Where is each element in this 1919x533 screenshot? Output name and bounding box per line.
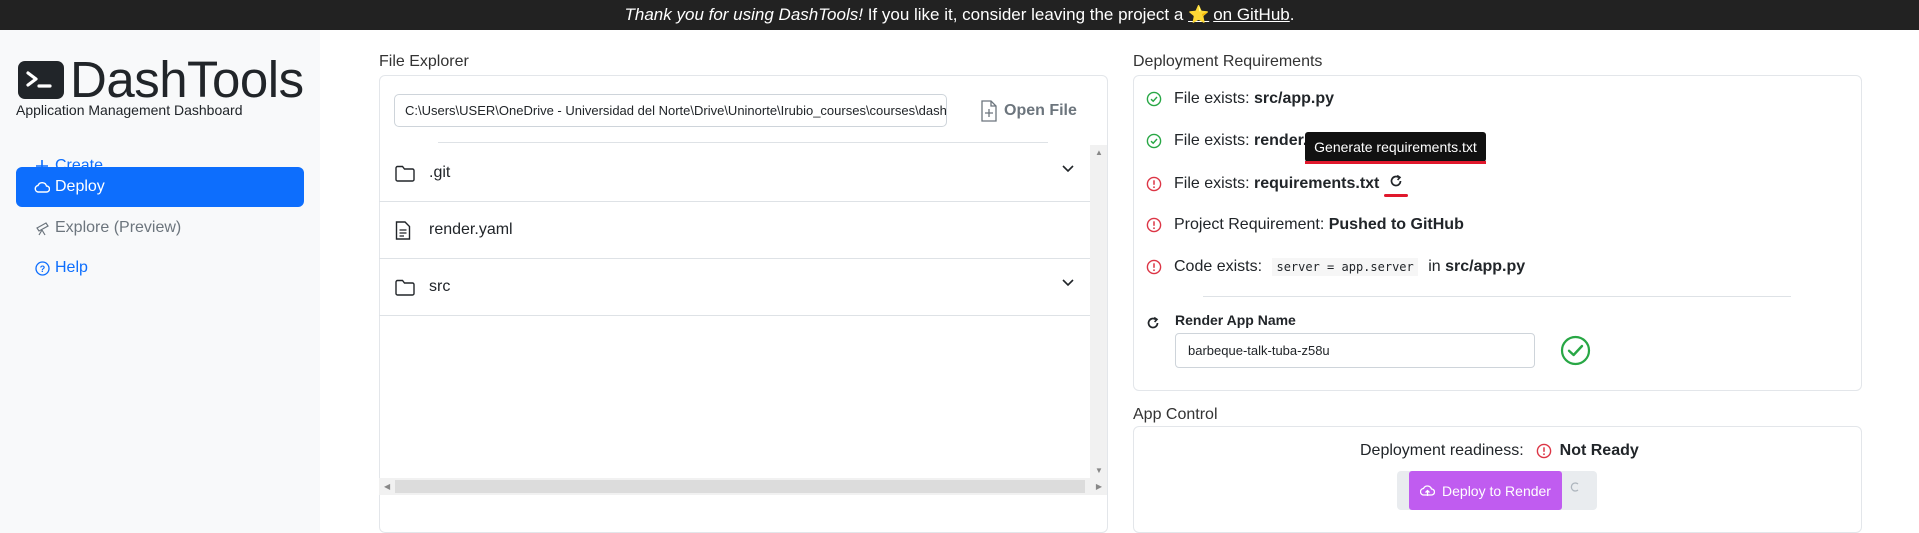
deployment-readiness: Deployment readiness: Not Ready: [1360, 442, 1639, 460]
readiness-label: Deployment readiness:: [1360, 442, 1524, 459]
exclamation-circle-icon: [1536, 443, 1552, 459]
scroll-up-icon[interactable]: ▲: [1095, 148, 1103, 157]
requirement-row: File exists: src/app.py: [1146, 90, 1334, 108]
github-link-label: on GitHub: [1213, 5, 1290, 24]
check-circle-icon: [1146, 91, 1162, 107]
open-file-label: Open File: [1004, 101, 1077, 119]
requirement-value: requirements.txt: [1254, 174, 1380, 192]
question-circle-icon: ?: [33, 260, 51, 276]
banner-end: .: [1289, 5, 1295, 24]
readiness-value: Not Ready: [1559, 442, 1639, 459]
app-control-title: App Control: [1133, 406, 1218, 423]
requirement-label: File exists:: [1174, 132, 1255, 149]
highlight-underline: [1384, 194, 1409, 197]
sidebar-item-deploy[interactable]: Deploy: [16, 167, 304, 207]
app-subtitle: Application Management Dashboard: [16, 102, 243, 118]
horizontal-scrollbar[interactable]: ◀ ▶: [379, 478, 1107, 495]
tooltip: Generate requirements.txt: [1305, 132, 1486, 162]
banner-thanks: Thank you for using DashTools!: [624, 5, 863, 24]
scroll-down-icon[interactable]: ▼: [1095, 466, 1103, 475]
folder-icon: [395, 165, 415, 182]
app-name: DashTools: [70, 51, 304, 108]
tree-item-git[interactable]: .git: [379, 145, 1090, 202]
requirement-value: src/app.py: [1445, 258, 1526, 275]
refresh-icon: [1389, 174, 1403, 193]
sidebar: DashTools Application Management Dashboa…: [0, 30, 320, 533]
app-name-label: Render App Name: [1175, 312, 1296, 328]
requirement-label: File exists:: [1174, 90, 1255, 107]
file-text-icon: [395, 220, 415, 240]
cloud-icon: [33, 181, 51, 193]
check-circle-icon: [1560, 335, 1591, 366]
requirement-row: Code exists: server = app.server in src/…: [1146, 258, 1525, 276]
file-plus-icon: [980, 99, 998, 122]
tooltip-underline: [1305, 161, 1486, 164]
tree-item-label: render.yaml: [429, 221, 513, 238]
code-snippet: server = app.server: [1272, 258, 1418, 276]
star-icon: ⭐: [1188, 5, 1210, 24]
folder-icon: [395, 279, 415, 296]
requirement-middle: in: [1423, 258, 1446, 275]
cloud-upload-icon: [1420, 484, 1436, 497]
app-name-input[interactable]: barbeque-talk-tuba-z58u: [1175, 333, 1535, 368]
refresh-app-name-button[interactable]: [1146, 316, 1160, 335]
requirement-row: Project Requirement: Pushed to GitHub: [1146, 216, 1464, 234]
scroll-right-icon[interactable]: ▶: [1096, 482, 1102, 491]
scroll-left-icon[interactable]: ◀: [384, 482, 390, 491]
refresh-icon: [1146, 316, 1160, 335]
requirement-label: Code exists:: [1174, 258, 1267, 275]
sidebar-item-label: Deploy: [55, 178, 105, 195]
top-banner: Thank you for using DashTools! If you li…: [0, 0, 1919, 30]
requirement-label: File exists:: [1174, 174, 1255, 192]
app-logo: DashTools: [18, 54, 304, 106]
generate-requirements-button[interactable]: [1384, 174, 1409, 197]
sidebar-item-help[interactable]: ? Help: [16, 248, 304, 288]
check-circle-icon: [1146, 133, 1162, 149]
sidebar-item-label: Help: [55, 259, 88, 276]
vertical-scrollbar[interactable]: ▲ ▼: [1090, 145, 1107, 478]
chevron-down-icon[interactable]: [1062, 279, 1074, 287]
deploy-button-label: Deploy to Render: [1442, 482, 1551, 499]
requirement-value: src/app.py: [1254, 90, 1335, 107]
exclamation-circle-icon: [1146, 176, 1162, 192]
github-link[interactable]: ⭐ on GitHub: [1188, 5, 1290, 25]
terminal-icon: [18, 61, 64, 99]
divider: [438, 142, 1048, 143]
sidebar-item-label: Explore (Preview): [55, 219, 182, 236]
banner-message: If you like it, consider leaving the pro…: [862, 5, 1189, 24]
refresh-status-button[interactable]: [1570, 481, 1580, 496]
deployment-requirements-title: Deployment Requirements: [1133, 53, 1323, 70]
exclamation-circle-icon: [1146, 259, 1162, 275]
requirement-label: Project Requirement:: [1174, 216, 1329, 233]
requirement-value: Pushed to GitHub: [1328, 216, 1464, 233]
deploy-to-render-button[interactable]: Deploy to Render: [1409, 471, 1562, 510]
tree-item-label: src: [429, 278, 451, 295]
open-file-button[interactable]: Open File: [980, 94, 1077, 127]
requirement-row: File exists: requirements.txt: [1146, 174, 1409, 197]
sidebar-item-explore[interactable]: Explore (Preview): [16, 208, 304, 248]
tree-item-src[interactable]: src: [379, 259, 1090, 316]
tree-item-render-yaml[interactable]: render.yaml: [379, 202, 1090, 259]
path-input[interactable]: C:\Users\USER\OneDrive - Universidad del…: [394, 94, 947, 127]
requirement-row: File exists: render.y: [1146, 132, 1316, 150]
divider: [1203, 296, 1791, 297]
refresh-icon: [1570, 481, 1580, 496]
telescope-icon: [33, 221, 51, 236]
svg-text:?: ?: [39, 264, 45, 274]
exclamation-circle-icon: [1146, 217, 1162, 233]
tree-item-label: .git: [429, 164, 451, 181]
scrollbar-thumb[interactable]: [395, 480, 1085, 493]
chevron-down-icon[interactable]: [1062, 165, 1074, 173]
file-explorer-title: File Explorer: [379, 53, 469, 70]
file-tree: .git render.yaml src: [379, 145, 1090, 478]
